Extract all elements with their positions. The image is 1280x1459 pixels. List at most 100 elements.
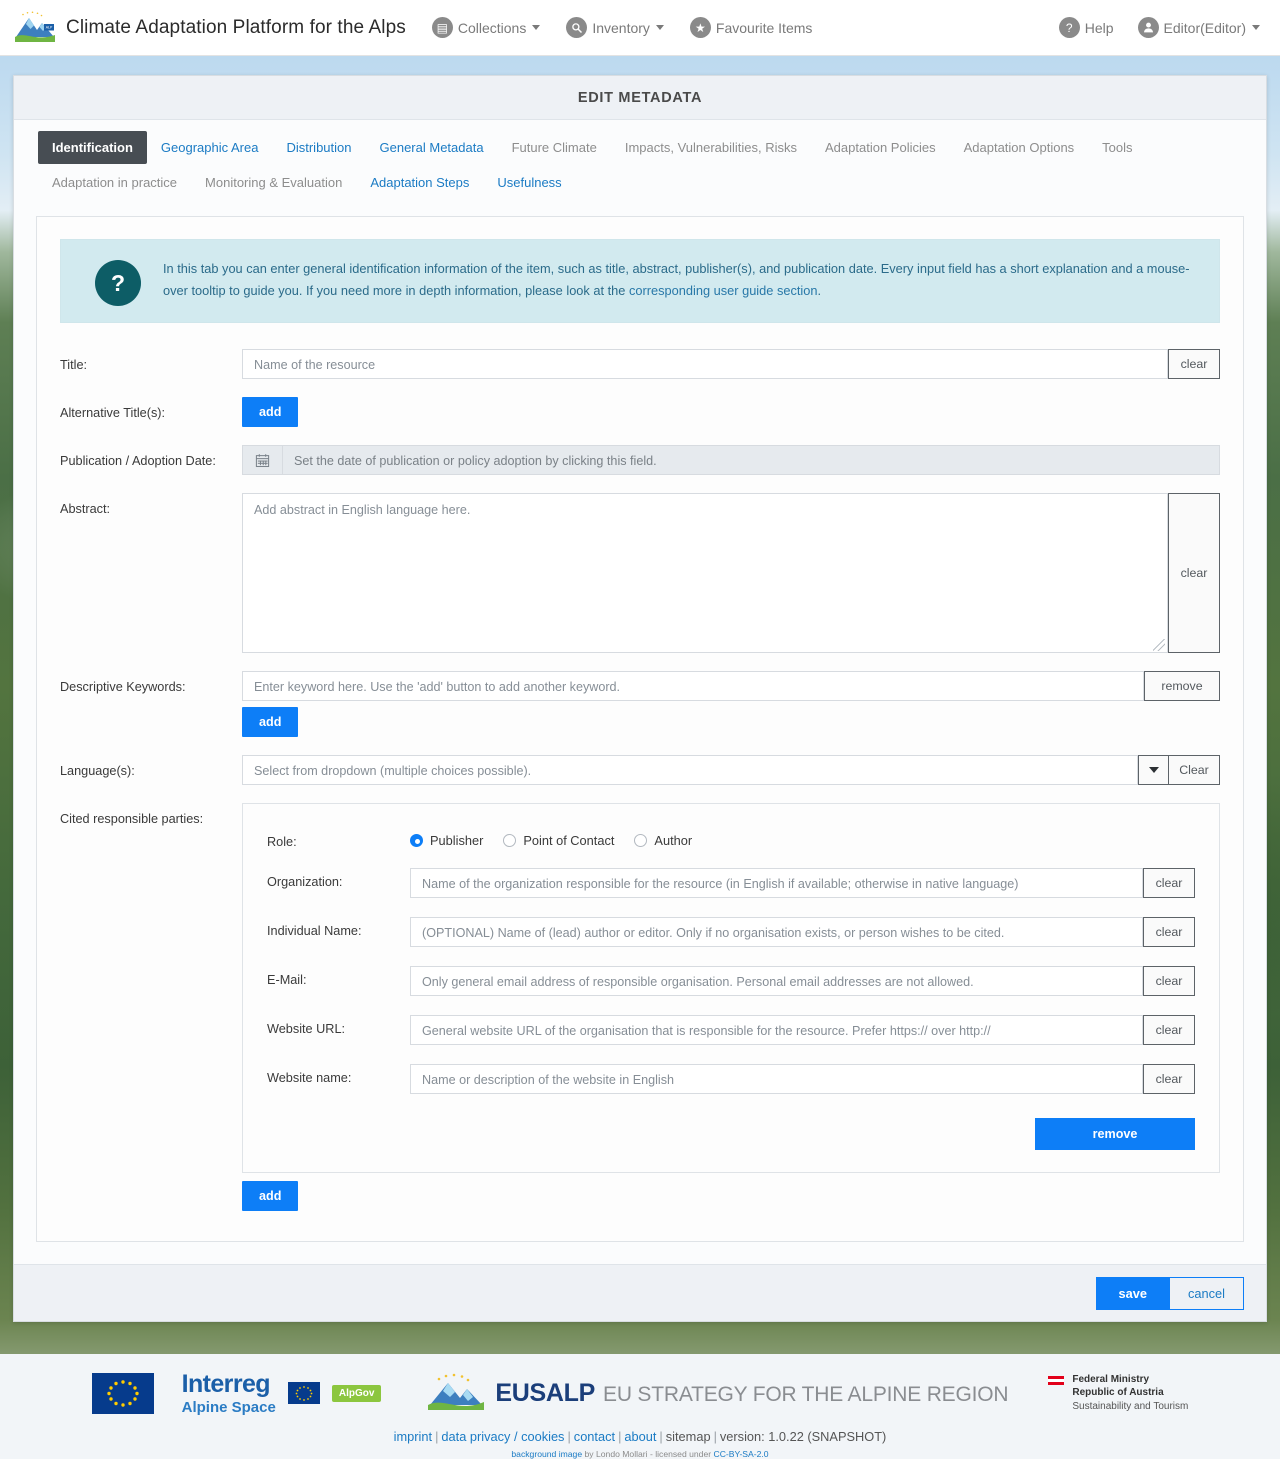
publication-date-field[interactable]: Set the date of publication or policy ad… <box>242 445 1220 475</box>
row-keywords-add: add <box>60 707 1220 737</box>
organization-clear-button[interactable]: clear <box>1143 868 1195 898</box>
tab-distribution[interactable]: Distribution <box>272 131 365 164</box>
languages-clear-button[interactable]: Clear <box>1168 755 1220 785</box>
footer-link-contact[interactable]: contact <box>574 1429 615 1444</box>
role-option-point-of-contact[interactable]: Point of Contact <box>503 833 614 848</box>
background-image-credit-link[interactable]: background image <box>511 1449 582 1459</box>
save-button[interactable]: save <box>1096 1277 1170 1310</box>
row-title: Title: Name of the resource clear <box>60 349 1220 379</box>
main-nav: ▤ Collections Inventory ★ Favourite Item… <box>432 17 813 38</box>
top-navigation-bar: ALP Climate Adaptation Platform for the … <box>0 0 1280 56</box>
nav-item-inventory[interactable]: Inventory <box>566 17 664 38</box>
row-alternative-titles: Alternative Title(s): add <box>60 397 1220 427</box>
cited-party-remove-button[interactable]: remove <box>1035 1118 1195 1150</box>
tab-adaptation-options[interactable]: Adaptation Options <box>950 131 1089 164</box>
email-input[interactable]: Only general email address of responsibl… <box>410 966 1143 996</box>
radio-unselected-icon <box>503 834 516 847</box>
website-url-input[interactable]: General website URL of the organisation … <box>410 1015 1143 1045</box>
label-descriptive-keywords: Descriptive Keywords: <box>60 671 242 696</box>
footer-links: imprint|data privacy / cookies|contact|a… <box>394 1429 887 1444</box>
tab-usefulness[interactable]: Usefulness <box>483 166 575 199</box>
abstract-textarea[interactable]: Add abstract in English language here. <box>242 493 1168 653</box>
role-option-author[interactable]: Author <box>634 833 692 848</box>
email-clear-button[interactable]: clear <box>1143 966 1195 996</box>
austria-line-2: Republic of Austria <box>1072 1386 1188 1400</box>
label-website-url: Website URL: <box>267 1015 410 1036</box>
cancel-button[interactable]: cancel <box>1170 1277 1244 1310</box>
info-banner: ? In this tab you can enter general iden… <box>60 239 1220 323</box>
tab-adaptation-steps[interactable]: Adaptation Steps <box>356 166 483 199</box>
cited-party-add-button[interactable]: add <box>242 1181 298 1211</box>
label-publication-date: Publication / Adoption Date: <box>60 445 242 470</box>
row-website-url: Website URL: General website URL of the … <box>267 1015 1195 1045</box>
tab-monitoring-evaluation[interactable]: Monitoring & Evaluation <box>191 166 356 199</box>
alternative-titles-add-button[interactable]: add <box>242 397 298 427</box>
tab-future-climate[interactable]: Future Climate <box>498 131 611 164</box>
organization-input[interactable]: Name of the organization responsible for… <box>410 868 1143 898</box>
info-banner-text-after: . <box>818 283 822 298</box>
languages-select[interactable]: Select from dropdown (multiple choices p… <box>242 755 1138 785</box>
resize-handle[interactable] <box>1153 639 1165 651</box>
individual-name-clear-button[interactable]: clear <box>1143 917 1195 947</box>
row-languages: Language(s): Select from dropdown (multi… <box>60 755 1220 785</box>
credit-middle-text: by Londo Mollari - licensed under <box>582 1449 713 1459</box>
license-link[interactable]: CC-BY-SA-2.0 <box>714 1449 769 1459</box>
individual-name-input[interactable]: (OPTIONAL) Name of (lead) author or edit… <box>410 917 1143 947</box>
interreg-wordmark: Interreg <box>182 1372 276 1397</box>
website-name-input[interactable]: Name or description of the website in En… <box>410 1064 1143 1094</box>
tab-identification[interactable]: Identification <box>38 131 147 164</box>
topbar-right: ? Help Editor(Editor) <box>1059 17 1266 38</box>
label-organization: Organization: <box>267 868 410 889</box>
footer-logos: Interreg Alpine Space AlpGov <box>92 1366 1189 1420</box>
tab-label: Tools <box>1102 140 1132 155</box>
abstract-clear-button[interactable]: clear <box>1168 493 1220 653</box>
keyword-remove-button[interactable]: remove <box>1144 671 1220 701</box>
tab-impacts-vulnerabilities-risks[interactable]: Impacts, Vulnerabilities, Risks <box>611 131 811 164</box>
label-languages: Language(s): <box>60 755 242 780</box>
svg-text:ALP: ALP <box>46 25 53 29</box>
tab-general-metadata[interactable]: General Metadata <box>366 131 498 164</box>
tab-tools[interactable]: Tools <box>1088 131 1146 164</box>
title-clear-button[interactable]: clear <box>1168 349 1220 379</box>
european-union-mini-flag-icon <box>288 1382 320 1404</box>
tab-adaptation-in-practice[interactable]: Adaptation in practice <box>38 166 191 199</box>
user-menu[interactable]: Editor(Editor) <box>1138 17 1260 38</box>
role-radio-group: Publisher Point of Contact Author <box>410 828 692 848</box>
alpine-space-wordmark: Alpine Space <box>182 1400 276 1415</box>
label-cited-responsible-parties: Cited responsible parties: <box>60 803 242 828</box>
languages-dropdown-toggle[interactable] <box>1138 755 1168 785</box>
panel-header: EDIT METADATA <box>14 76 1266 120</box>
label-abstract: Abstract: <box>60 493 242 518</box>
footer-link-imprint[interactable]: imprint <box>394 1429 432 1444</box>
nav-item-collections[interactable]: ▤ Collections <box>432 17 540 38</box>
role-option-publisher[interactable]: Publisher <box>410 833 483 848</box>
keywords-add-button[interactable]: add <box>242 707 298 737</box>
title-input[interactable]: Name of the resource <box>242 349 1168 379</box>
footer-version: version: 1.0.22 (SNAPSHOT) <box>720 1429 886 1444</box>
row-role: Role: Publisher Point of Contact <box>267 828 1195 849</box>
help-button[interactable]: ? Help <box>1059 17 1114 38</box>
interreg-alpine-space-logo: Interreg Alpine Space <box>182 1372 276 1415</box>
website-url-clear-button[interactable]: clear <box>1143 1015 1195 1045</box>
panel-footer: save cancel <box>14 1264 1266 1321</box>
brand-title: Climate Adaptation Platform for the Alps <box>66 17 406 39</box>
user-guide-link[interactable]: corresponding user guide section <box>629 283 818 298</box>
tab-adaptation-policies[interactable]: Adaptation Policies <box>811 131 950 164</box>
tab-label: Usefulness <box>497 175 561 190</box>
footer-link-about[interactable]: about <box>624 1429 656 1444</box>
chevron-down-icon <box>1252 25 1260 30</box>
footer-credit: background image by Londo Mollari - lice… <box>511 1449 768 1459</box>
tab-label: Adaptation Steps <box>370 175 469 190</box>
austria-federal-ministry-logo: Federal Ministry Republic of Austria Sus… <box>1048 1373 1188 1414</box>
user-avatar-icon <box>1138 17 1159 38</box>
website-name-clear-button[interactable]: clear <box>1143 1064 1195 1094</box>
separator: | <box>435 1429 438 1444</box>
nav-label-collections: Collections <box>458 20 526 36</box>
nav-item-favourite-items[interactable]: ★ Favourite Items <box>690 17 812 38</box>
brand[interactable]: ALP Climate Adaptation Platform for the … <box>14 11 406 45</box>
label-title: Title: <box>60 349 242 374</box>
keyword-input[interactable]: Enter keyword here. Use the 'add' button… <box>242 671 1144 701</box>
footer-link-data-privacy[interactable]: data privacy / cookies <box>441 1429 564 1444</box>
page-title: EDIT METADATA <box>578 90 702 106</box>
tab-geographic-area[interactable]: Geographic Area <box>147 131 273 164</box>
